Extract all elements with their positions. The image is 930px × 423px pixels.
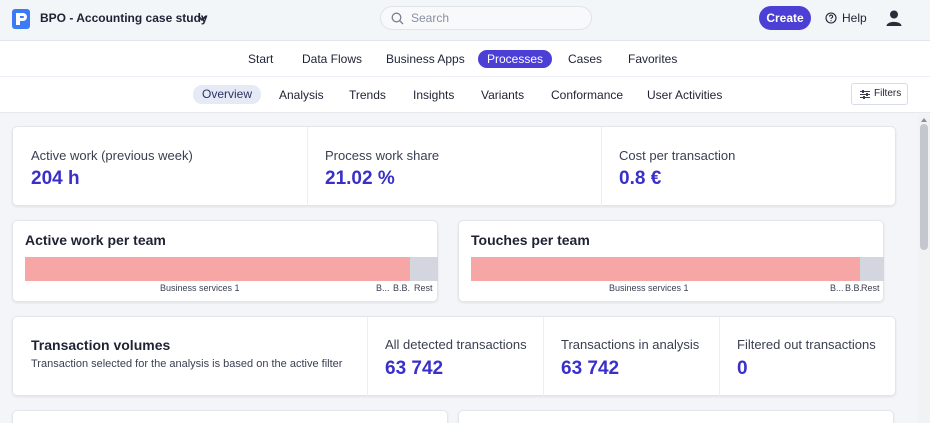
kpi-value: 21.02 % bbox=[325, 168, 395, 189]
segment-label: Business services 1 bbox=[160, 283, 240, 293]
nav-data-flows[interactable]: Data Flows bbox=[302, 52, 362, 66]
app-logo-icon[interactable] bbox=[12, 9, 30, 29]
scrollbar-thumb[interactable] bbox=[920, 124, 928, 250]
kpi-cost-per-transaction: Cost per transaction 0.8 € bbox=[601, 127, 895, 207]
kpi-value: 0.8 € bbox=[619, 168, 662, 189]
help-icon[interactable] bbox=[825, 12, 837, 24]
create-button[interactable]: Create bbox=[759, 6, 811, 30]
metric-label: Filtered out transactions bbox=[737, 337, 876, 352]
segment-label: B... bbox=[376, 283, 390, 293]
kpi-label: Process work share bbox=[325, 148, 440, 163]
nav-start[interactable]: Start bbox=[248, 52, 273, 66]
filter-sliders-icon bbox=[860, 90, 870, 99]
help-link[interactable]: Help bbox=[842, 11, 867, 25]
active-work-per-team-card: Active work per team Business services 1… bbox=[12, 220, 438, 302]
tab-variants[interactable]: Variants bbox=[481, 88, 524, 102]
metric-label: Transactions in analysis bbox=[561, 337, 700, 352]
metric-value: 63 742 bbox=[385, 358, 444, 379]
next-card-right bbox=[458, 410, 894, 423]
metric-label: All detected transactions bbox=[385, 337, 527, 352]
stacked-bar[interactable] bbox=[471, 257, 884, 281]
stacked-bar[interactable] bbox=[25, 257, 438, 281]
metric-all-detected: All detected transactions 63 742 bbox=[367, 317, 543, 397]
segment-label: B.B. bbox=[393, 283, 411, 293]
chart-title: Touches per team bbox=[471, 232, 590, 248]
kpi-label: Cost per transaction bbox=[619, 148, 736, 163]
metric-value: 63 742 bbox=[561, 358, 620, 379]
search-input[interactable] bbox=[411, 10, 581, 26]
top-bar: BPO - Accounting case study Create Help bbox=[0, 0, 930, 41]
metric-filtered-out: Filtered out transactions 0 bbox=[719, 317, 895, 397]
tab-overview[interactable]: Overview bbox=[193, 85, 262, 104]
kpi-card: Active work (previous week) 204 h Proces… bbox=[12, 126, 896, 207]
segment-label: B.B. bbox=[845, 283, 863, 293]
next-card-left bbox=[12, 410, 448, 423]
kpi-process-work-share: Process work share 21.02 % bbox=[307, 127, 601, 207]
bar-segment-business-services-1[interactable] bbox=[25, 257, 410, 281]
section-subtitle: Transaction selected for the analysis is… bbox=[31, 358, 343, 370]
chevron-down-icon[interactable] bbox=[196, 12, 208, 24]
bar-segment-business-services-1[interactable] bbox=[471, 257, 861, 281]
transaction-volumes-card: Transaction volumes Transaction selected… bbox=[12, 316, 896, 397]
tab-analysis[interactable]: Analysis bbox=[279, 88, 324, 102]
user-avatar-icon[interactable] bbox=[885, 9, 903, 27]
kpi-label: Active work (previous week) bbox=[31, 148, 193, 163]
chart-title: Active work per team bbox=[25, 232, 166, 248]
nav-favorites[interactable]: Favorites bbox=[628, 52, 677, 66]
overview-content: Active work (previous week) 204 h Proces… bbox=[0, 114, 918, 423]
main-navigation: Start Data Flows Business Apps Processes… bbox=[0, 41, 930, 77]
segment-label: Business services 1 bbox=[609, 283, 689, 293]
search-box[interactable] bbox=[380, 6, 592, 30]
tab-user-activities[interactable]: User Activities bbox=[647, 88, 722, 102]
project-title[interactable]: BPO - Accounting case study bbox=[40, 11, 208, 25]
scroll-up-arrow-icon[interactable] bbox=[921, 118, 927, 122]
nav-processes[interactable]: Processes bbox=[478, 50, 553, 68]
nav-cases[interactable]: Cases bbox=[568, 52, 602, 66]
touches-per-team-card: Touches per team Business services 1 B..… bbox=[458, 220, 884, 302]
nav-business-apps[interactable]: Business Apps bbox=[386, 52, 465, 66]
metric-value: 0 bbox=[737, 358, 748, 379]
segment-label: Rest bbox=[414, 283, 433, 293]
tab-conformance[interactable]: Conformance bbox=[551, 88, 623, 102]
search-icon bbox=[391, 12, 404, 25]
vertical-scrollbar[interactable] bbox=[918, 114, 930, 423]
metric-in-analysis: Transactions in analysis 63 742 bbox=[543, 317, 719, 397]
segment-label: Rest bbox=[861, 283, 880, 293]
filters-label: Filters bbox=[874, 88, 902, 99]
filters-button[interactable]: Filters bbox=[851, 83, 908, 105]
segment-label: B... bbox=[830, 283, 844, 293]
kpi-value: 204 h bbox=[31, 168, 80, 189]
sub-navigation: Overview Analysis Trends Insights Varian… bbox=[0, 77, 930, 113]
section-title: Transaction volumes bbox=[31, 337, 171, 353]
tab-insights[interactable]: Insights bbox=[413, 88, 454, 102]
kpi-active-work: Active work (previous week) 204 h bbox=[13, 127, 307, 207]
tab-trends[interactable]: Trends bbox=[349, 88, 386, 102]
